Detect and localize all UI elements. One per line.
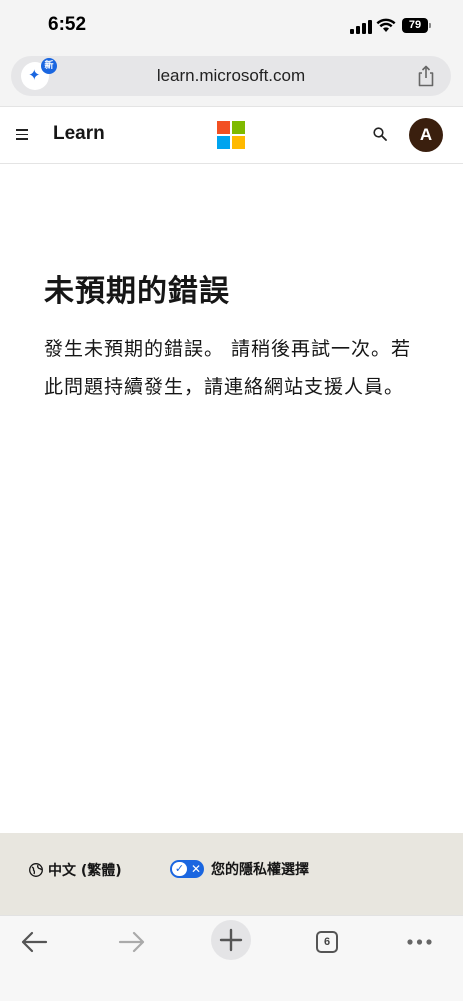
back-arrow-icon[interactable] — [14, 923, 54, 963]
status-time: 6:52 — [48, 14, 87, 35]
page-title: 未預期的錯誤 — [44, 274, 230, 309]
globe-icon — [29, 863, 43, 877]
status-bar: 6:52 79 — [0, 0, 463, 52]
tab-switcher-button[interactable]: 6 — [308, 923, 348, 963]
language-selector[interactable]: 中文 (繁體) — [29, 860, 122, 880]
site-header: Learn A — [0, 106, 463, 164]
error-message: 發生未預期的錯誤。 請稍後再試一次。若此問題持續發生，請連絡網站支援人員。 — [44, 338, 412, 398]
site-title[interactable]: Learn — [53, 123, 105, 145]
url-text[interactable]: learn.microsoft.com — [11, 66, 451, 86]
microsoft-logo[interactable] — [217, 121, 245, 149]
menu-icon[interactable] — [16, 129, 28, 140]
cellular-signal-icon — [350, 20, 372, 34]
tab-count: 6 — [316, 931, 338, 953]
battery-indicator: 79 — [402, 18, 428, 33]
avatar[interactable]: A — [409, 118, 443, 152]
new-tab-button[interactable] — [211, 920, 251, 960]
site-footer: 中文 (繁體) ✓ ✕ 您的隱私權選擇 — [0, 833, 463, 923]
browser-address-area: ✦ 新 learn.microsoft.com — [0, 52, 463, 106]
forward-arrow-icon[interactable] — [112, 923, 152, 963]
wifi-icon — [376, 18, 396, 32]
battery-tip — [429, 23, 431, 28]
more-options-icon[interactable] — [400, 923, 440, 963]
browser-toolbar: 6 — [0, 915, 463, 1001]
search-icon[interactable] — [373, 127, 387, 141]
plus-icon — [219, 928, 243, 952]
privacy-toggle-icon: ✓ ✕ — [170, 860, 204, 878]
privacy-label: 您的隱私權選擇 — [211, 862, 309, 878]
privacy-choices-link[interactable]: ✓ ✕ 您的隱私權選擇 — [170, 859, 309, 879]
language-label: 中文 (繁體) — [48, 863, 122, 879]
address-bar[interactable]: ✦ 新 learn.microsoft.com — [11, 56, 451, 96]
share-icon[interactable] — [416, 65, 436, 87]
